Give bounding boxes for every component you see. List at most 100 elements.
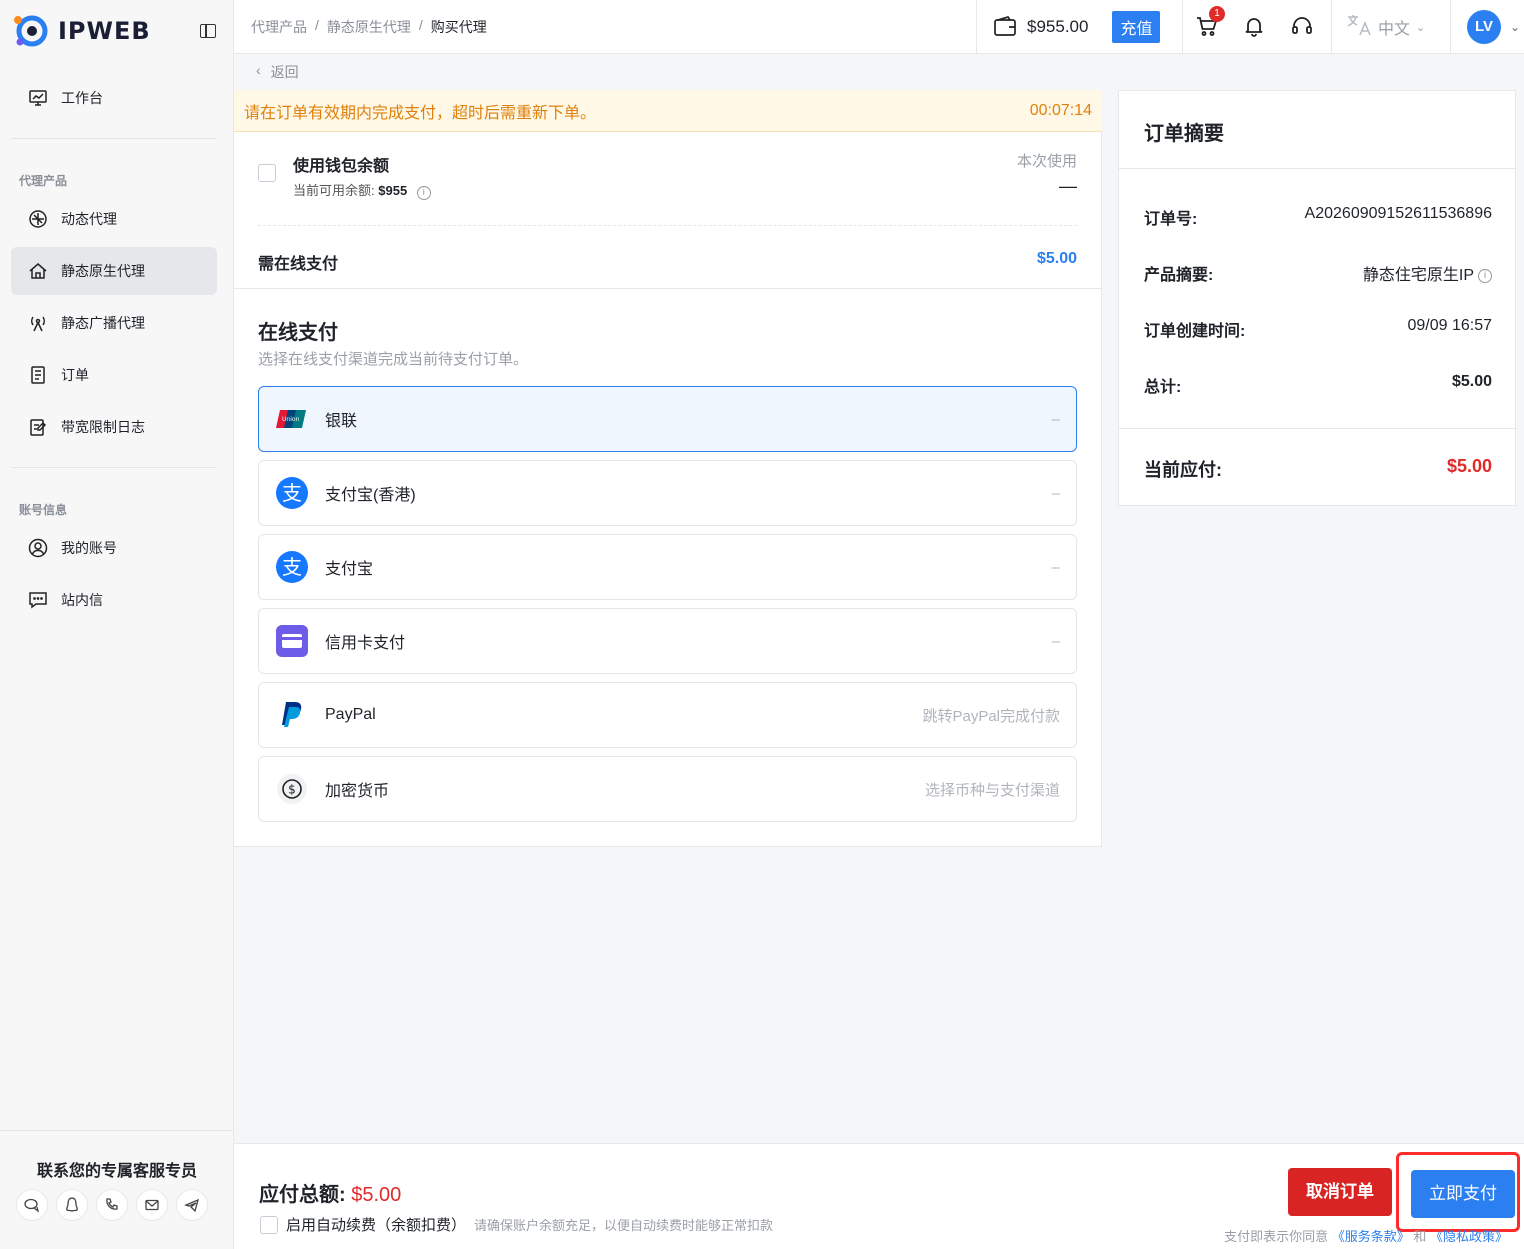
terms-note: 支付即表示你同意 《服务条款》 和 《隐私政策》	[1224, 1226, 1508, 1245]
payment-method-paypal[interactable]: PayPal 跳转PayPal完成付款	[258, 682, 1077, 748]
sidebar-item-orders[interactable]: 订单	[11, 351, 217, 399]
unionpay-icon: Union	[275, 402, 309, 436]
mail-icon[interactable]	[136, 1189, 168, 1221]
bell-icon[interactable]	[1240, 12, 1268, 40]
phone-icon[interactable]	[96, 1189, 128, 1221]
footer-total: 应付总额: $5.00	[259, 1178, 401, 1207]
payment-method-label: 支付宝	[325, 561, 374, 578]
breadcrumb-item[interactable]: 静态原生代理	[327, 17, 411, 37]
recharge-button[interactable]: 充值	[1112, 11, 1161, 43]
breadcrumb-item[interactable]: 代理产品	[251, 17, 307, 37]
wallet-icon	[993, 15, 1017, 40]
summary-product: 产品摘要: 静态住宅原生IP i	[1144, 261, 1492, 285]
sidebar-item-static-broadcast-proxy[interactable]: 静态广播代理	[11, 299, 217, 347]
chevron-left-icon: ‹	[256, 62, 261, 78]
divider	[11, 138, 217, 139]
sidebar-item-label: 我的账号	[61, 540, 117, 556]
headset-icon[interactable]	[1288, 12, 1316, 40]
online-need-label: 需在线支付	[258, 256, 339, 273]
alipay-icon: 支	[275, 550, 309, 584]
payment-method-unionpay[interactable]: Union 银联 –	[258, 386, 1077, 452]
terms-prefix: 支付即表示你同意	[1224, 1229, 1329, 1244]
back-label: 返回	[270, 64, 299, 80]
payment-method-note: –	[1051, 410, 1060, 428]
credit-card-icon	[275, 624, 309, 658]
created-label: 订单创建时间:	[1144, 323, 1246, 340]
terms-of-service-link[interactable]: 《服务条款》	[1332, 1229, 1410, 1244]
svg-text:Union: Union	[282, 416, 300, 423]
divider	[1119, 428, 1515, 429]
order-no-label: 订单号:	[1144, 211, 1198, 228]
info-icon[interactable]: i	[1478, 268, 1492, 283]
telegram-icon[interactable]	[176, 1189, 208, 1221]
balance-amount: $955.00	[1027, 17, 1089, 36]
sidebar-item-label: 动态代理	[61, 211, 117, 227]
auto-renew-checkbox[interactable]	[260, 1215, 278, 1234]
auto-renew: 启用自动续费（余额扣费） 请确保账户余额充足，以便自动续费时能够正常扣款	[260, 1214, 773, 1235]
terms-and: 和	[1413, 1229, 1427, 1244]
chevron-down-icon[interactable]: ⌄	[1510, 20, 1520, 34]
payment-method-note: –	[1051, 484, 1060, 502]
due-label: 当前应付:	[1144, 460, 1222, 480]
qq-icon[interactable]	[56, 1189, 88, 1221]
sidebar-item-dynamic-proxy[interactable]: 动态代理	[11, 195, 217, 243]
chevron-down-icon: ⌄	[1416, 21, 1426, 34]
payment-method-crypto[interactable]: $ 加密货币 选择币种与支付渠道	[258, 756, 1077, 822]
payment-notice: 请在订单有效期内完成支付，超时后需重新下单。 00:07:14	[234, 90, 1102, 132]
user-circle-icon	[27, 537, 49, 559]
footer-total-value: $5.00	[351, 1184, 402, 1206]
notice-text: 请在订单有效期内完成支付，超时后需重新下单。	[244, 104, 597, 122]
svg-text:$: $	[288, 783, 296, 797]
language-selector[interactable]: 中文 ⌄	[1331, 0, 1451, 54]
cart-badge: 1	[1209, 6, 1225, 22]
product-label: 产品摘要:	[1144, 267, 1214, 284]
payment-method-note: 跳转PayPal完成付款	[922, 707, 1060, 725]
contact-panel: 联系您的专属客服专员	[0, 1130, 234, 1249]
back-link[interactable]: ‹ 返回	[256, 62, 299, 82]
language-label: 中文	[1378, 21, 1411, 38]
payment-method-alipay[interactable]: 支 支付宝 –	[258, 534, 1077, 600]
auto-renew-label[interactable]: 启用自动续费（余额扣费）	[286, 1214, 466, 1235]
sidebar-item-label: 静态原生代理	[61, 263, 145, 279]
payment-method-label: 银联	[325, 413, 358, 430]
pay-button-highlight: 立即支付	[1396, 1152, 1520, 1232]
pay-now-button[interactable]: 立即支付	[1411, 1170, 1515, 1218]
info-icon[interactable]: i	[416, 186, 431, 200]
summary-created: 订单创建时间: 09/09 16:57	[1144, 317, 1492, 341]
sidebar-item-static-native-proxy[interactable]: 静态原生代理	[11, 247, 217, 295]
product-value: 静态住宅原生IP i	[1363, 261, 1492, 285]
payment-method-label: 加密货币	[325, 783, 390, 800]
sidebar: IPWEB 工作台 代理产品 动态代理 静态原生代理 静态广播代理 订单 带宽限…	[0, 0, 234, 1249]
breadcrumb-current: 购买代理	[430, 19, 487, 35]
available-label: 当前可用余额:	[293, 183, 375, 198]
sidebar-item-my-account[interactable]: 我的账号	[11, 524, 217, 572]
svg-text:支: 支	[282, 481, 302, 505]
logo[interactable]: IPWEB	[12, 14, 151, 48]
order-no-value: A20260909152611536896	[1304, 205, 1492, 222]
antenna-icon	[27, 312, 49, 334]
breadcrumb: 代理产品 / 静态原生代理 / 购买代理	[251, 17, 487, 37]
divider	[1119, 168, 1515, 169]
sidebar-item-label: 静态广播代理	[61, 315, 145, 331]
avatar[interactable]: LV	[1467, 10, 1501, 44]
summary-order-no: 订单号: A20260909152611536896	[1144, 205, 1492, 229]
dynamic-proxy-icon	[27, 208, 49, 230]
sidebar-item-inbox[interactable]: 站内信	[11, 576, 217, 624]
use-wallet-checkbox[interactable]	[258, 164, 276, 182]
payment-method-alipay-hk[interactable]: 支 支付宝(香港) –	[258, 460, 1077, 526]
online-payment-required: 需在线支付 $5.00	[258, 250, 1077, 274]
section-title-account: 账号信息	[19, 503, 68, 517]
cancel-order-button[interactable]: 取消订单	[1288, 1168, 1392, 1216]
sidebar-item-bandwidth-log[interactable]: 带宽限制日志	[11, 403, 217, 451]
payment-panel: 请在订单有效期内完成支付，超时后需重新下单。 00:07:14 使用钱包余额 当…	[234, 90, 1102, 847]
privacy-policy-link[interactable]: 《隐私政策》	[1430, 1229, 1508, 1244]
chat-icon[interactable]	[16, 1189, 48, 1221]
sidebar-item-label: 带宽限制日志	[61, 419, 145, 435]
sidebar-item-workbench[interactable]: 工作台	[11, 74, 217, 122]
divider	[11, 467, 217, 468]
payment-method-credit-card[interactable]: 信用卡支付 –	[258, 608, 1077, 674]
cart-icon[interactable]: 1	[1193, 6, 1225, 40]
sidebar-collapse-icon[interactable]	[200, 24, 216, 38]
sidebar-item-label: 站内信	[61, 592, 103, 608]
top-header: 代理产品 / 静态原生代理 / 购买代理 $955.00 充值 1 中文 ⌄ L…	[234, 0, 1524, 54]
